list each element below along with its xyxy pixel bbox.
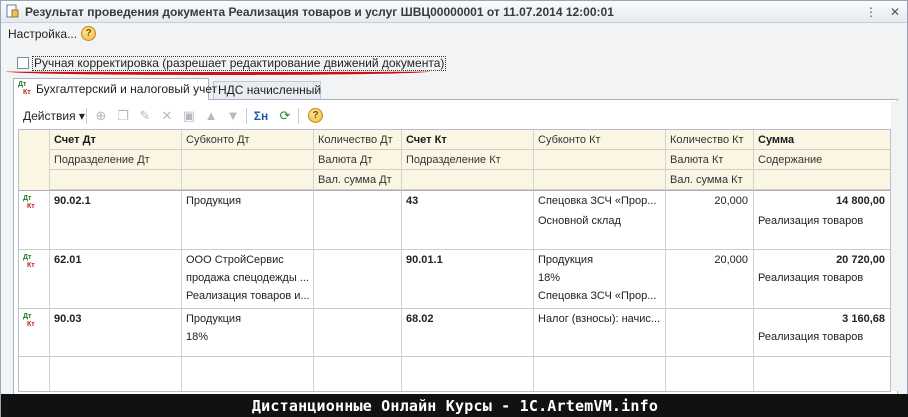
table-row[interactable]: Дт Кт 90.02.1 Продукция 43 Спецовка ЗСЧ «… xyxy=(19,191,890,249)
cell-content[interactable]: Реализация товаров xyxy=(753,211,890,231)
cell-sum[interactable]: 3 160,68 xyxy=(753,309,890,329)
refresh-icon[interactable]: ⟳ xyxy=(276,107,294,125)
document-postings-window: Результат проведения документа Реализаци… xyxy=(0,0,908,417)
title-bar: Результат проведения документа Реализаци… xyxy=(1,1,907,23)
close-icon[interactable]: ✕ xyxy=(887,4,903,20)
register-tabs: Дт Кт Бухгалтерский и налоговый учет НДС … xyxy=(13,78,893,100)
col-subconto-kt[interactable]: Субконто Кт xyxy=(533,130,665,150)
col-currency-dt[interactable]: Валюта Дт xyxy=(313,150,401,170)
row-divider xyxy=(19,356,890,357)
cell-account-dt[interactable]: 62.01 xyxy=(49,250,181,270)
more-icon[interactable]: ⋮ xyxy=(863,4,879,20)
window-scroll-area xyxy=(891,101,907,391)
postings-table: Счет Дт Субконто Дт Количество Дт Счет К… xyxy=(18,129,891,392)
tab-accounting[interactable]: Дт Кт Бухгалтерский и налоговый учет xyxy=(13,78,217,100)
cell-account-dt[interactable]: 90.02.1 xyxy=(49,191,181,211)
menu-bar: Настройка... ? xyxy=(1,23,907,45)
col-empty xyxy=(753,170,890,190)
cell-content[interactable]: Реализация товаров xyxy=(753,268,890,288)
footer-banner: Дистанционные Онлайн Курсы - 1C.ArtemVM.… xyxy=(1,394,908,417)
delete-icon[interactable]: ✕ xyxy=(158,107,176,125)
help-icon[interactable]: ? xyxy=(81,26,96,41)
window-title: Результат проведения документа Реализаци… xyxy=(25,5,614,19)
col-empty xyxy=(181,150,313,170)
table-header: Счет Дт Субконто Дт Количество Дт Счет К… xyxy=(19,130,890,190)
cell-account-kt[interactable]: 43 xyxy=(401,191,533,211)
col-subconto-dt[interactable]: Субконто Дт xyxy=(181,130,313,150)
dt-kt-icon: Дт Кт xyxy=(18,81,31,96)
tab-vat-label: НДС начисленный xyxy=(218,83,322,97)
settings-menu[interactable]: Настройка... xyxy=(8,27,77,41)
col-empty xyxy=(49,170,181,190)
cell-qty-kt[interactable]: 20,000 xyxy=(665,250,753,270)
cell-subconto-kt[interactable]: Налог (взносы): начис... xyxy=(533,309,665,329)
table-row[interactable]: Дт Кт 62.01 ООО СтройСервис продажа спецо… xyxy=(19,250,890,308)
cell-subconto-kt[interactable]: Спецовка ЗСЧ «Прор... xyxy=(533,286,665,306)
posting-dt-kt-icon: Дт Кт xyxy=(23,313,35,328)
tab-vat-accrued[interactable]: НДС начисленный xyxy=(213,81,321,100)
cell-content[interactable]: Реализация товаров xyxy=(753,327,890,347)
col-empty xyxy=(401,170,533,190)
edit-icon[interactable]: ✎ xyxy=(136,107,154,125)
accounting-panel: Действия ▾ ⊕ ❐ ✎ ✕ ▣ ▲ ▼ Σн ⟳ ? Счет Дт … xyxy=(13,99,898,395)
cell-subconto-kt[interactable]: Основной склад xyxy=(533,211,665,231)
cell-subconto-kt[interactable]: Продукция xyxy=(533,250,665,270)
cell-subconto-dt[interactable]: Продукция xyxy=(181,191,313,211)
posting-dt-kt-icon: Дт Кт xyxy=(23,254,35,269)
grid-toolbar: Действия ▾ ⊕ ❐ ✎ ✕ ▣ ▲ ▼ Σн ⟳ ? xyxy=(18,105,888,127)
posting-dt-kt-icon: Дт Кт xyxy=(23,195,35,210)
col-currency-kt[interactable]: Валюта Кт xyxy=(665,150,753,170)
col-content[interactable]: Содержание xyxy=(753,150,890,170)
col-account-dt[interactable]: Счет Дт xyxy=(49,130,181,150)
toolbar-separator xyxy=(86,108,87,124)
col-department-dt[interactable]: Подразделение Дт xyxy=(49,150,181,170)
save-icon[interactable]: ▣ xyxy=(180,107,198,125)
cell-subconto-dt[interactable]: Реализация товаров и... xyxy=(181,286,313,306)
cell-subconto-dt[interactable]: Продукция xyxy=(181,309,313,329)
annotation-underline xyxy=(6,68,430,75)
help-icon[interactable]: ? xyxy=(308,108,323,123)
footer-text: Дистанционные Онлайн Курсы - 1C.ArtemVM.… xyxy=(251,397,659,415)
cell-qty-kt[interactable]: 20,000 xyxy=(665,191,753,211)
col-empty xyxy=(533,150,665,170)
move-down-icon[interactable]: ▼ xyxy=(224,107,242,125)
col-qty-dt[interactable]: Количество Дт xyxy=(313,130,401,150)
sum-icon[interactable]: Σн xyxy=(252,107,270,125)
toolbar-separator xyxy=(246,108,247,124)
tab-accounting-label: Бухгалтерский и налоговый учет xyxy=(36,82,218,96)
cell-account-kt[interactable]: 68.02 xyxy=(401,309,533,329)
cell-subconto-dt[interactable]: 18% xyxy=(181,327,313,347)
table-row[interactable]: Дт Кт 90.03 Продукция 18% 68.02 Налог (вз… xyxy=(19,309,890,356)
copy-icon[interactable]: ❐ xyxy=(114,107,132,125)
cell-account-dt[interactable]: 90.03 xyxy=(49,309,181,329)
col-cur-sum-dt[interactable]: Вал. сумма Дт xyxy=(313,170,401,190)
cell-subconto-dt[interactable]: продажа спецодежды ... xyxy=(181,268,313,288)
cell-subconto-kt[interactable]: 18% xyxy=(533,268,665,288)
cell-sum[interactable]: 14 800,00 xyxy=(753,191,890,211)
document-icon xyxy=(6,4,19,18)
col-empty xyxy=(533,170,665,190)
col-empty xyxy=(181,170,313,190)
cell-subconto-kt[interactable]: Спецовка ЗСЧ «Прор... xyxy=(533,191,665,211)
col-account-kt[interactable]: Счет Кт xyxy=(401,130,533,150)
add-icon[interactable]: ⊕ xyxy=(92,107,110,125)
toolbar-separator xyxy=(298,108,299,124)
col-qty-kt[interactable]: Количество Кт xyxy=(665,130,753,150)
actions-menu[interactable]: Действия ▾ xyxy=(23,109,85,123)
move-up-icon[interactable]: ▲ xyxy=(202,107,220,125)
col-sum[interactable]: Сумма xyxy=(753,130,890,150)
col-cur-sum-kt[interactable]: Вал. сумма Кт xyxy=(665,170,753,190)
cell-subconto-dt[interactable]: ООО СтройСервис xyxy=(181,250,313,270)
col-department-kt[interactable]: Подразделение Кт xyxy=(401,150,533,170)
cell-sum[interactable]: 20 720,00 xyxy=(753,250,890,270)
cell-account-kt[interactable]: 90.01.1 xyxy=(401,250,533,270)
